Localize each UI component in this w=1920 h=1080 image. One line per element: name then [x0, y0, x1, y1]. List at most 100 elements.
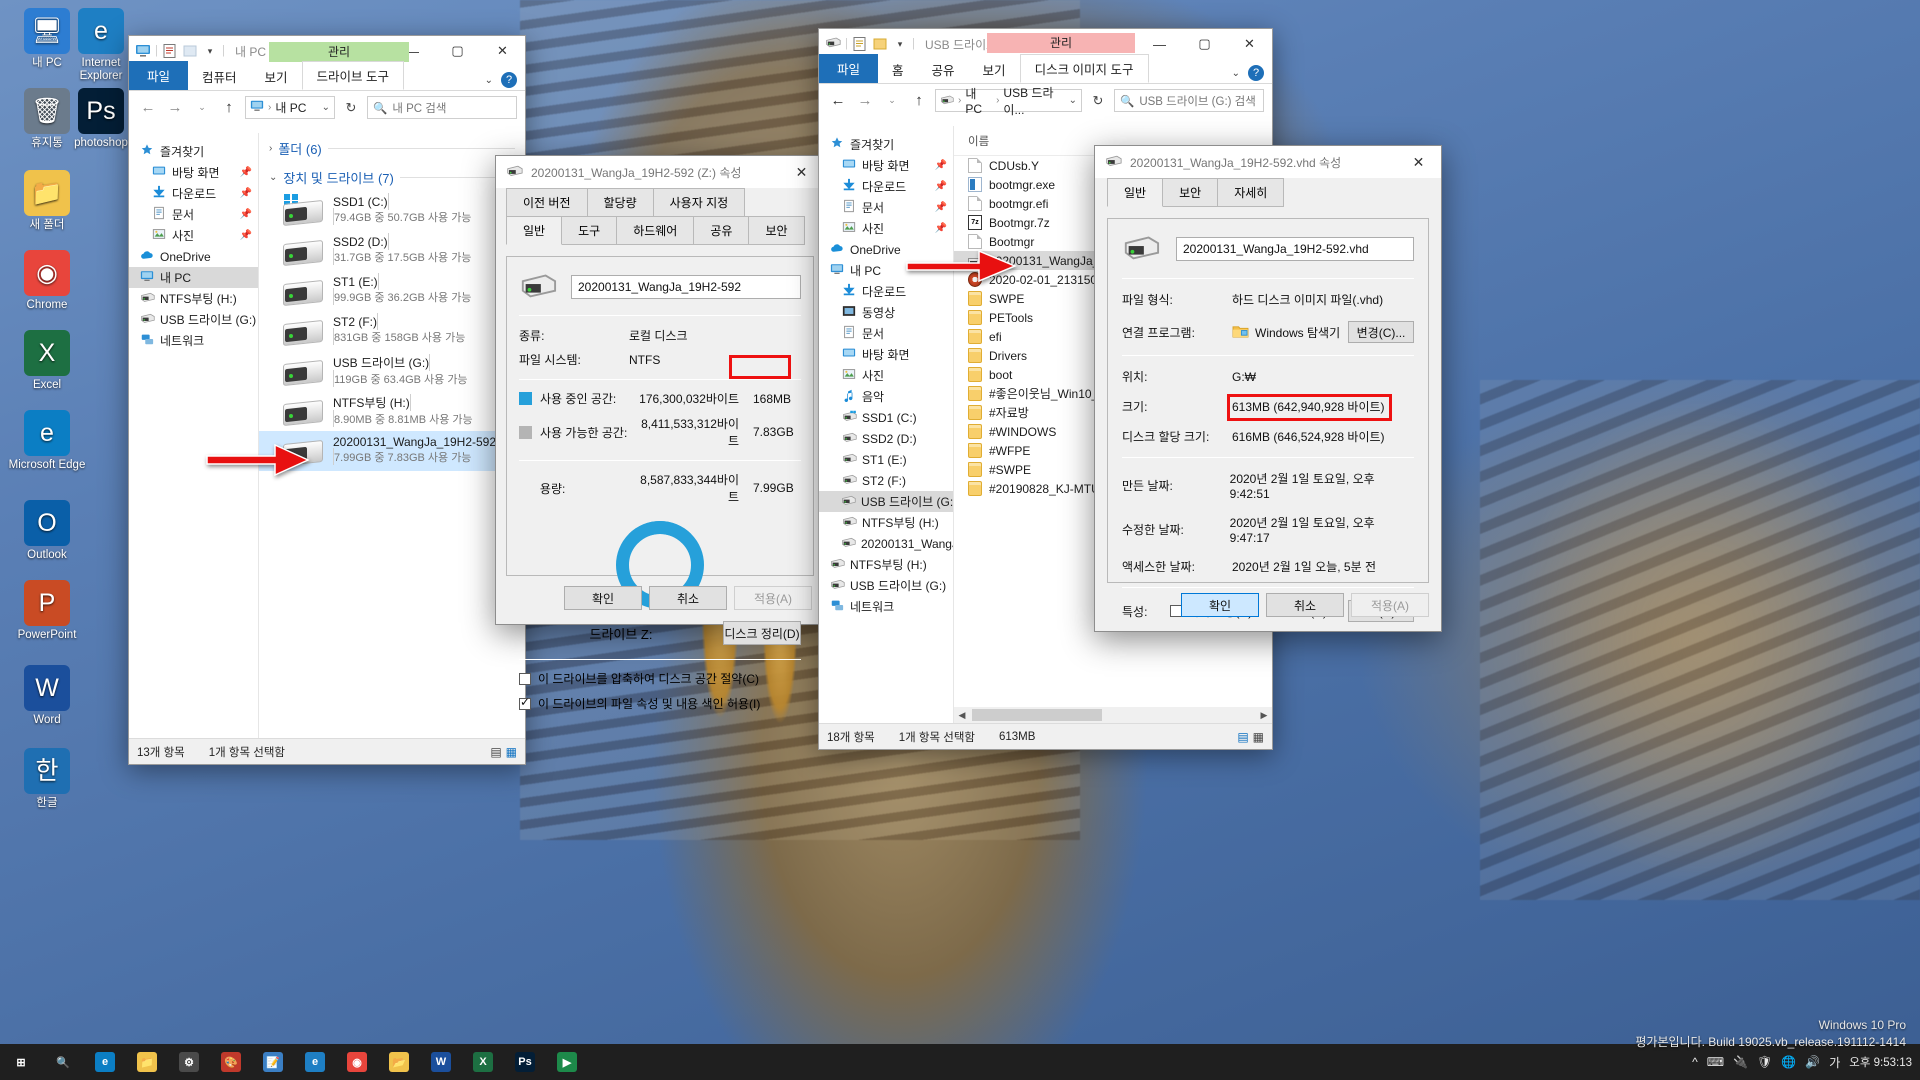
tab-quota[interactable]: 할당량 [586, 188, 654, 217]
taskbar-clock[interactable]: 오후 9:53:13 [1849, 1054, 1912, 1070]
nav-item-바탕-화면[interactable]: 바탕 화면 📌 [129, 162, 258, 183]
nav-item-usb-드라이브-g-[interactable]: USB 드라이브 (G:) [819, 575, 953, 596]
nav-item-ssd1-c-[interactable]: SSD1 (C:) [819, 407, 953, 428]
taskbar-word-icon[interactable]: W [420, 1044, 462, 1080]
tab-previous-versions[interactable]: 이전 버전 [506, 188, 588, 217]
taskbar-excel-icon[interactable]: X [462, 1044, 504, 1080]
tiles-view-icon[interactable]: ▦ [506, 745, 517, 759]
ok-button[interactable]: 확인 [564, 586, 642, 610]
dialog2-titlebar[interactable]: 20200131_WangJa_19H2-592.vhd 속성 ✕ [1095, 146, 1441, 178]
nav-item-즐겨찾기[interactable]: 즐겨찾기 [819, 134, 953, 155]
pin-icon[interactable]: 📌 [935, 223, 947, 234]
taskbar-ie-icon[interactable]: e [294, 1044, 336, 1080]
dialog1-titlebar[interactable]: 20200131_WangJa_19H2-592 (Z:) 속성 ✕ [496, 156, 824, 188]
nav-item-문서[interactable]: 문서 📌 [819, 197, 953, 218]
close-icon[interactable]: ✕ [1396, 146, 1441, 178]
breadcrumb-dropdown-icon[interactable]: ⌄ [322, 102, 330, 113]
nav-item-다운로드[interactable]: 다운로드 📌 [129, 183, 258, 204]
desktop-icon-6[interactable]: O Outlook [8, 500, 86, 562]
tiles-view-icon[interactable]: ▦ [1253, 730, 1264, 744]
pin-icon[interactable]: 📌 [240, 188, 252, 199]
tab-details[interactable]: 자세히 [1217, 178, 1285, 207]
breadcrumb-item-my-pc[interactable]: 내 PC [275, 99, 306, 116]
window2-address-bar[interactable]: ← → ⌄ ↑ › 내 PC › USB 드라이... ⌄ ↻ 🔍 USB 드라… [819, 84, 1272, 117]
scroll-left-icon[interactable]: ◀ [954, 710, 970, 721]
tab-tools[interactable]: 도구 [561, 216, 618, 245]
tab-view[interactable]: 보기 [251, 63, 302, 90]
dialog2-buttons[interactable]: 확인 취소 적용(A) [1181, 593, 1429, 617]
pin-icon[interactable]: 📌 [240, 209, 252, 220]
recent-locations-icon[interactable]: ⌄ [191, 102, 213, 113]
taskbar-chrome-icon[interactable]: ◉ [336, 1044, 378, 1080]
tab-general[interactable]: 일반 [506, 216, 563, 245]
search-box[interactable]: 🔍 USB 드라이브 (G:) 검색 [1114, 89, 1264, 112]
tab-sharing[interactable]: 공유 [693, 216, 750, 245]
search-box[interactable]: 🔍 내 PC 검색 [367, 96, 517, 119]
checkbox-compress-drive[interactable]: 이 드라이브를 압축하여 디스크 공간 절약(C) [519, 670, 801, 687]
ribbon-expand-icon[interactable]: ⌄ [485, 75, 493, 86]
search-input[interactable]: 내 PC 검색 [392, 100, 446, 116]
tray-keyboard-icon[interactable]: ⌨ [1707, 1055, 1724, 1069]
drive-tile[interactable]: NTFS부팅 (H:) 8.90MB 중 8.81MB 사용 가능 [259, 391, 525, 431]
checkbox-index-box[interactable] [519, 695, 531, 710]
tab-customize[interactable]: 사용자 지정 [652, 188, 746, 217]
nav-item-음악[interactable]: 음악 [819, 386, 953, 407]
desktop-icon-9[interactable]: 한 한글 [8, 748, 86, 810]
nav-item-문서[interactable]: 문서 📌 [129, 204, 258, 225]
nav-item-onedrive[interactable]: OneDrive [129, 246, 258, 267]
refresh-icon[interactable]: ↻ [340, 100, 362, 116]
window1-ribbon-tabs[interactable]: 파일 컴퓨터 보기 드라이브 도구 ⌄ ? [129, 61, 525, 91]
nav-item-바탕-화면[interactable]: 바탕 화면 [819, 344, 953, 365]
nav-item-즐겨찾기[interactable]: 즐겨찾기 [129, 141, 258, 162]
taskbar-search-icon[interactable]: 🔍 [42, 1044, 84, 1080]
back-icon[interactable]: ← [827, 92, 849, 109]
tab-file[interactable]: 파일 [819, 54, 879, 83]
ok-button[interactable]: 확인 [1181, 593, 1259, 617]
tab-security[interactable]: 보안 [1162, 178, 1219, 207]
breadcrumb-item-usb[interactable]: USB 드라이... [1003, 84, 1064, 118]
nav-item-usb-드라이브-g-[interactable]: USB 드라이브 (G:) [129, 309, 258, 330]
checkbox-index-drive[interactable]: 이 드라이브의 파일 속성 및 내용 색인 허용(I) [519, 695, 801, 712]
drive-tile[interactable]: SSD2 (D:) 31.7GB 중 17.5GB 사용 가능 [259, 231, 525, 271]
quick-access-toolbar[interactable]: | ▾ | 내 PC [135, 43, 266, 60]
properties-icon[interactable] [852, 36, 868, 52]
newfolder-icon[interactable] [872, 36, 888, 52]
nav-item-다운로드[interactable]: 다운로드 📌 [819, 176, 953, 197]
filename-input[interactable]: 20200131_WangJa_19H2-592.vhd [1176, 236, 1414, 261]
up-icon[interactable]: ↑ [908, 92, 930, 109]
nav-item-바탕-화면[interactable]: 바탕 화면 📌 [819, 155, 953, 176]
search-input[interactable]: USB 드라이브 (G:) 검색 [1139, 93, 1256, 109]
breadcrumb[interactable]: › 내 PC ⌄ [245, 96, 335, 119]
desktop-icon-4[interactable]: X Excel [8, 330, 86, 392]
window1-content-pane[interactable]: › 폴더 (6) ⌄ 장치 및 드라이브 (7) SSD1 (C:) 79.4GB 중 5… [259, 133, 525, 738]
details-view-icon[interactable]: ▤ [1237, 730, 1248, 744]
tab-view[interactable]: 보기 [969, 56, 1020, 83]
dialog1-tabs-row1[interactable]: 이전 버전 할당량 사용자 지정 [496, 188, 824, 217]
dialog1-tabs-row2[interactable]: 일반 도구 하드웨어 공유 보안 [496, 216, 824, 245]
window2-ribbon-tabs[interactable]: 파일 홈 공유 보기 디스크 이미지 도구 ⌄ ? [819, 54, 1272, 84]
tray-usb-icon[interactable]: 🔌 [1733, 1055, 1748, 1069]
file-properties-dialog[interactable]: 20200131_WangJa_19H2-592.vhd 속성 ✕ 일반 보안 … [1094, 145, 1442, 632]
tab-computer[interactable]: 컴퓨터 [188, 63, 251, 90]
tab-security[interactable]: 보안 [748, 216, 805, 245]
desktop-icon-3[interactable]: ◉ Chrome [8, 250, 86, 312]
drive-properties-dialog[interactable]: 20200131_WangJa_19H2-592 (Z:) 속성 ✕ 이전 버전… [495, 155, 825, 711]
forward-icon[interactable]: → [854, 92, 876, 109]
tab-drive-tools[interactable]: 드라이브 도구 [301, 61, 405, 90]
nav-item-ntfs부팅-h-[interactable]: NTFS부팅 (H:) [819, 512, 953, 533]
pin-icon[interactable]: 📌 [935, 202, 947, 213]
drive-tile[interactable]: USB 드라이브 (G:) 119GB 중 63.4GB 사용 가능 [259, 351, 525, 391]
nav-item-네트워크[interactable]: 네트워크 [129, 330, 258, 351]
tab-disk-image-tools[interactable]: 디스크 이미지 도구 [1019, 54, 1149, 83]
taskbar-explorer-icon[interactable]: 📁 [126, 1044, 168, 1080]
tray-shield-icon[interactable]: 🛡 [1757, 1055, 1772, 1069]
drive-list[interactable]: › 폴더 (6) ⌄ 장치 및 드라이브 (7) SSD1 (C:) 79.4GB 중 5… [259, 133, 525, 471]
taskbar-start-icon[interactable]: ⊞ [0, 1044, 42, 1080]
explorer-window-my-pc[interactable]: 관리 | ▾ | 내 PC — ▢ ✕ 파일 컴퓨터 보기 드라이브 도구 ⌄ … [128, 35, 526, 765]
maximize-button[interactable]: ▢ [1182, 29, 1227, 59]
dialog2-tabs[interactable]: 일반 보안 자세히 [1095, 178, 1441, 207]
tab-hardware[interactable]: 하드웨어 [616, 216, 695, 245]
newfolder-icon[interactable] [182, 43, 198, 59]
tab-home[interactable]: 홈 [878, 56, 918, 83]
pin-icon[interactable]: 📌 [935, 160, 947, 171]
